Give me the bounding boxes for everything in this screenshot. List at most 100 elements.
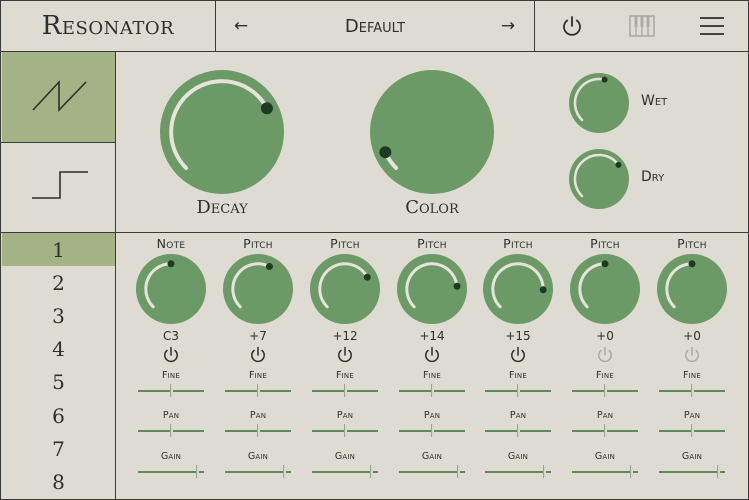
slider-thumb[interactable] [456, 465, 460, 478]
gain-slider[interactable] [485, 464, 551, 478]
column-value: +12 [332, 329, 358, 343]
slider-thumb[interactable] [691, 424, 694, 437]
fine-slider[interactable] [659, 383, 725, 397]
fine-slider[interactable] [572, 383, 638, 397]
dry-knob[interactable] [568, 148, 630, 210]
voice-1-button[interactable]: 1 [2, 233, 115, 266]
header-vdivider-1 [215, 1, 216, 51]
pan-slider[interactable] [312, 423, 378, 437]
voice-4-button[interactable]: 4 [2, 333, 115, 366]
voice-enable-button[interactable] [161, 345, 181, 365]
voice-column-3: Pitch +12 Fine Pan Gain [307, 233, 383, 499]
pan-slider[interactable] [485, 423, 551, 437]
power-icon [251, 346, 265, 363]
gain-slider[interactable] [312, 464, 378, 478]
pan-slider[interactable] [399, 423, 465, 437]
slider-thumb[interactable] [629, 465, 633, 478]
slider-thumb[interactable] [517, 424, 520, 437]
gain-slider[interactable] [659, 464, 725, 478]
voice-5-button[interactable]: 5 [2, 366, 115, 399]
slider-thumb[interactable] [170, 424, 173, 437]
next-preset-button[interactable]: → [488, 1, 528, 51]
gain-slider[interactable] [399, 464, 465, 478]
slider-track [138, 471, 204, 473]
slider-thumb[interactable] [369, 465, 373, 478]
slider-thumb[interactable] [604, 424, 607, 437]
slider-thumb[interactable] [691, 384, 694, 397]
slider-thumb[interactable] [195, 465, 199, 478]
square-wave-icon [32, 171, 88, 199]
fine-slider[interactable] [225, 383, 291, 397]
slider-thumb[interactable] [257, 384, 260, 397]
voice-7-button[interactable]: 7 [2, 432, 115, 465]
note-knob[interactable] [135, 253, 207, 325]
decay-label: Decay [196, 197, 248, 218]
slider-thumb[interactable] [431, 384, 434, 397]
hamburger-menu-icon [700, 17, 724, 35]
column-value: +14 [419, 329, 445, 343]
column-value: +7 [249, 329, 267, 343]
decay-knob[interactable] [159, 69, 285, 195]
slider-thumb[interactable] [344, 384, 347, 397]
voice-enable-button[interactable] [248, 345, 268, 365]
power-icon [164, 346, 178, 363]
voice-enable-button[interactable] [422, 345, 442, 365]
gain-label: Gain [160, 451, 182, 462]
gain-slider[interactable] [225, 464, 291, 478]
fine-slider[interactable] [312, 383, 378, 397]
voice-2-button[interactable]: 2 [2, 266, 115, 299]
wet-knob[interactable] [568, 72, 630, 134]
slider-thumb[interactable] [542, 465, 546, 478]
fine-slider[interactable] [399, 383, 465, 397]
slider-thumb[interactable] [431, 424, 434, 437]
square-wave-button[interactable] [2, 143, 115, 232]
knob-indicator-dot [688, 260, 696, 268]
voice-8-button[interactable]: 8 [2, 465, 115, 498]
fine-slider[interactable] [138, 383, 204, 397]
knob-indicator-dot [363, 273, 371, 281]
slider-thumb[interactable] [282, 465, 286, 478]
voice-3-button[interactable]: 3 [2, 299, 115, 332]
power-icon [338, 346, 352, 363]
pitch-knob[interactable] [222, 253, 294, 325]
voice-column-6: Pitch +0 Fine Pan Gain [567, 233, 643, 499]
gain-slider[interactable] [138, 464, 204, 478]
pan-slider[interactable] [659, 423, 725, 437]
slider-thumb[interactable] [344, 424, 347, 437]
fine-label: Fine [509, 370, 527, 381]
voice-enable-button[interactable] [335, 345, 355, 365]
slider-thumb[interactable] [170, 384, 173, 397]
color-knob[interactable] [369, 69, 495, 195]
pan-slider[interactable] [572, 423, 638, 437]
voice-enable-button[interactable] [508, 345, 528, 365]
voice-column-2: Pitch +7 Fine Pan Gain [220, 233, 296, 499]
voice-enable-button[interactable] [595, 345, 615, 365]
pitch-knob[interactable] [309, 253, 381, 325]
column-header: Pitch [330, 236, 360, 251]
power-button[interactable] [542, 1, 602, 51]
slider-thumb[interactable] [257, 424, 260, 437]
slider-track [312, 471, 378, 473]
fine-label: Fine [162, 370, 180, 381]
column-header: Pitch [590, 236, 620, 251]
sawtooth-wave-button[interactable] [2, 52, 115, 142]
pitch-knob[interactable] [656, 253, 728, 325]
fine-label: Fine [596, 370, 614, 381]
menu-button[interactable] [682, 1, 742, 51]
voice-enable-button[interactable] [682, 345, 702, 365]
pan-slider[interactable] [225, 423, 291, 437]
gain-slider[interactable] [572, 464, 638, 478]
keyboard-button[interactable] [612, 1, 672, 51]
pitch-knob[interactable] [396, 253, 468, 325]
pitch-knob[interactable] [569, 253, 641, 325]
prev-preset-button[interactable]: ← [221, 1, 261, 51]
voice-6-button[interactable]: 6 [2, 399, 115, 432]
pitch-knob[interactable] [482, 253, 554, 325]
fine-slider[interactable] [485, 383, 551, 397]
slider-thumb[interactable] [716, 465, 720, 478]
knob-indicator-dot [260, 102, 273, 115]
preset-name[interactable]: Default [261, 1, 489, 51]
slider-thumb[interactable] [517, 384, 520, 397]
slider-thumb[interactable] [604, 384, 607, 397]
pan-slider[interactable] [138, 423, 204, 437]
